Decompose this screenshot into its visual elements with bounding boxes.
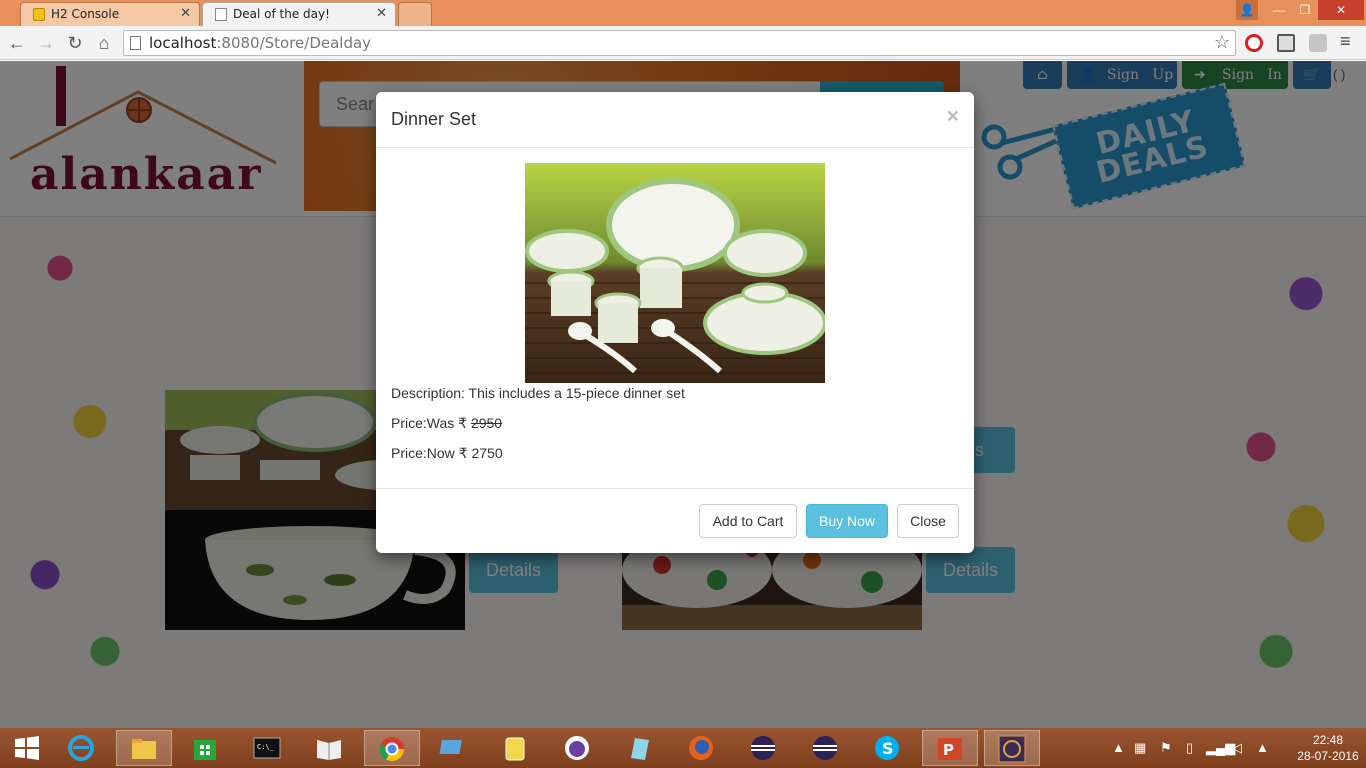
windows-taskbar: C:\_ S P ▲ ▦ ⚑ ▯ ▂▄▆ ◁ ▲ 22:48 28-07-201… <box>0 728 1366 768</box>
taskbar-clock[interactable]: 22:48 28-07-2016 <box>1296 732 1360 764</box>
start-button[interactable] <box>0 730 56 766</box>
taskbar-javaee-ide[interactable] <box>984 730 1040 766</box>
internet-explorer-icon <box>68 735 94 761</box>
taskbar-eclipse-2[interactable] <box>798 730 854 766</box>
book-icon <box>317 740 341 760</box>
command-prompt-icon: C:\_ <box>253 737 281 759</box>
reload-icon[interactable]: ↻ <box>64 32 86 54</box>
window-close-icon[interactable]: ✕ <box>1318 0 1364 20</box>
taskbar-cmd[interactable]: C:\_ <box>240 730 296 766</box>
url-text: localhost:8080/Store/Dealday <box>149 34 372 52</box>
mail-extension-icon[interactable] <box>1277 34 1295 52</box>
minimize-icon[interactable]: — <box>1266 0 1292 20</box>
show-hidden-icons[interactable]: ▲ <box>1112 728 1125 768</box>
tab-h2-console[interactable]: H2 Console ✕ <box>20 2 200 26</box>
old-price: 2950 <box>470 415 503 431</box>
folder-icon <box>132 739 156 759</box>
eclipse-icon <box>813 736 837 760</box>
new-tab-button[interactable] <box>398 2 432 26</box>
svg-text:S: S <box>882 739 894 758</box>
remote-desktop-icon <box>439 740 462 754</box>
extension-icon[interactable] <box>1309 34 1327 52</box>
tab-deal-of-the-day[interactable]: Deal of the day! ✕ <box>202 2 396 26</box>
svg-text:P: P <box>943 741 954 759</box>
back-arrow-icon[interactable]: ← <box>6 32 28 54</box>
h2-favicon-icon <box>33 8 45 21</box>
taskbar-powerpoint[interactable]: P <box>922 730 978 766</box>
close-tab-icon[interactable]: ✕ <box>376 3 387 25</box>
taskbar-chrome[interactable] <box>364 730 420 766</box>
svg-text:C:\_: C:\_ <box>257 743 275 751</box>
taskbar-ie[interactable] <box>54 730 110 766</box>
chrome-icon <box>379 737 405 762</box>
java-ide-icon <box>998 735 1026 763</box>
network-icon[interactable]: ▦ <box>1134 728 1146 768</box>
taskbar-firefox[interactable] <box>674 730 730 766</box>
taskbar-skype[interactable]: S <box>860 730 916 766</box>
taskbar-database[interactable] <box>488 730 544 766</box>
powerpoint-icon: P <box>938 738 962 760</box>
address-bar[interactable]: localhost:8080/Store/Dealday ☆ <box>123 30 1236 56</box>
forward-arrow-icon[interactable]: → <box>35 32 57 54</box>
github-icon <box>565 736 589 760</box>
eclipse-icon <box>751 736 775 760</box>
home-icon[interactable]: ⌂ <box>93 32 115 54</box>
price-was: Price:Was ₹ 2950 <box>391 415 503 431</box>
price-now: Price:Now ₹ 2750 <box>391 445 503 461</box>
menu-icon[interactable]: ≡ <box>1340 31 1351 52</box>
modal-header: Dinner Set × <box>376 92 974 148</box>
browser-tabstrip: H2 Console ✕ Deal of the day! ✕ 👤 — ❐ ✕ <box>0 0 1366 26</box>
bookmark-star-icon[interactable]: ☆ <box>1214 32 1230 53</box>
page-icon <box>130 36 141 50</box>
app-icon <box>631 738 649 760</box>
modal-title: Dinner Set <box>391 109 477 129</box>
page-favicon-icon <box>215 8 227 21</box>
modal-footer: Add to Cart Buy Now Close <box>376 488 974 553</box>
skype-icon: S <box>875 736 899 760</box>
tab-title: H2 Console <box>51 7 120 21</box>
taskbar-app[interactable] <box>612 730 668 766</box>
database-icon <box>505 737 525 761</box>
opera-extension-icon[interactable] <box>1245 34 1263 52</box>
taskbar-remote[interactable] <box>426 730 482 766</box>
taskbar-github[interactable] <box>550 730 606 766</box>
product-description: Description: This includes a 15-piece di… <box>391 385 685 401</box>
taskbar-file-explorer[interactable] <box>116 730 172 766</box>
taskbar-reader[interactable] <box>302 730 358 766</box>
drive-icon[interactable]: ▲ <box>1256 728 1269 768</box>
volume-icon[interactable]: ◁ <box>1232 728 1242 768</box>
firefox-icon <box>689 736 713 760</box>
buy-now-button[interactable]: Buy Now <box>806 504 888 538</box>
dinner-set-image <box>525 163 825 383</box>
windows-logo-icon <box>15 736 39 760</box>
add-to-cart-button[interactable]: Add to Cart <box>699 504 797 538</box>
user-profile-icon[interactable]: 👤 <box>1236 0 1258 20</box>
browser-toolbar: ← → ↻ ⌂ localhost:8080/Store/Dealday ☆ ≡ <box>0 26 1366 60</box>
taskbar-store[interactable] <box>178 730 234 766</box>
close-button[interactable]: Close <box>897 504 959 538</box>
taskbar-eclipse[interactable] <box>736 730 792 766</box>
tab-title: Deal of the day! <box>233 7 330 21</box>
close-tab-icon[interactable]: ✕ <box>180 3 191 25</box>
flag-icon[interactable]: ⚑ <box>1160 728 1172 768</box>
modal-close-icon[interactable]: × <box>947 105 959 129</box>
product-modal: Dinner Set × Description: This includes … <box>376 92 974 553</box>
battery-icon[interactable]: ▯ <box>1186 728 1193 768</box>
wifi-signal-icon[interactable]: ▂▄▆ <box>1206 728 1235 768</box>
store-icon <box>194 740 216 760</box>
maximize-icon[interactable]: ❐ <box>1292 0 1318 20</box>
